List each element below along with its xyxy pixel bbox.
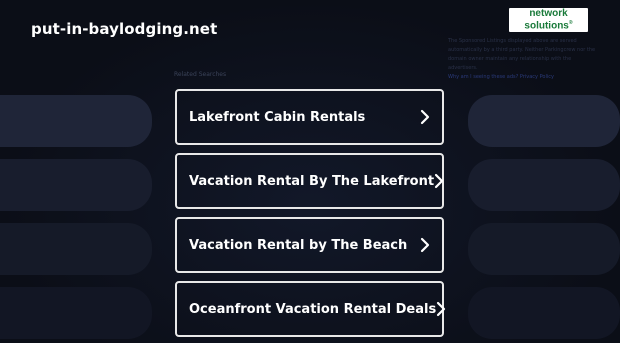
decorative-pill: [468, 95, 620, 147]
network-solutions-logo[interactable]: network solutions®: [509, 8, 588, 32]
search-link-label: Vacation Rental By The Lakefront: [189, 173, 435, 189]
logo-line2-text: solutions: [524, 20, 569, 32]
search-link-label: Lakefront Cabin Rentals: [189, 109, 366, 125]
decorative-pill: [0, 287, 152, 339]
search-link-vacation-rental-by-the-lakefront[interactable]: Vacation Rental By The Lakefront: [175, 153, 444, 209]
notice-text: The Sponsored Listings displayed above a…: [448, 38, 596, 71]
chevron-right-icon: [434, 173, 444, 189]
logo-line1: network: [529, 7, 568, 19]
decorative-pill: [468, 287, 620, 339]
chevron-right-icon: [420, 237, 430, 253]
notice-link[interactable]: Why am I seeing these ads? Privacy Polic…: [448, 73, 598, 82]
decorative-pill: [468, 159, 620, 211]
decorative-pill: [468, 223, 620, 275]
sponsored-notice: The Sponsored Listings displayed above a…: [448, 37, 598, 82]
search-link-label: Vacation Rental by The Beach: [189, 237, 408, 253]
search-link-lakefront-cabin-rentals[interactable]: Lakefront Cabin Rentals: [175, 89, 444, 145]
decorative-pill: [0, 95, 152, 147]
decorative-pill: [0, 159, 152, 211]
parked-domain-page: put-in-baylodging.net network solutions®…: [0, 0, 620, 343]
logo-registered-mark: ®: [568, 19, 573, 26]
search-link-vacation-rental-by-the-beach[interactable]: Vacation Rental by The Beach: [175, 217, 444, 273]
decorative-pill: [0, 223, 152, 275]
search-link-oceanfront-vacation-rental-deals[interactable]: Oceanfront Vacation Rental Deals: [175, 281, 446, 337]
domain-title: put-in-baylodging.net: [31, 20, 218, 38]
search-link-label: Oceanfront Vacation Rental Deals: [189, 301, 437, 317]
logo-line2: solutions®: [524, 18, 572, 31]
chevron-right-icon: [436, 301, 446, 317]
related-searches-label: Related Searches: [174, 71, 227, 78]
chevron-right-icon: [420, 109, 430, 125]
